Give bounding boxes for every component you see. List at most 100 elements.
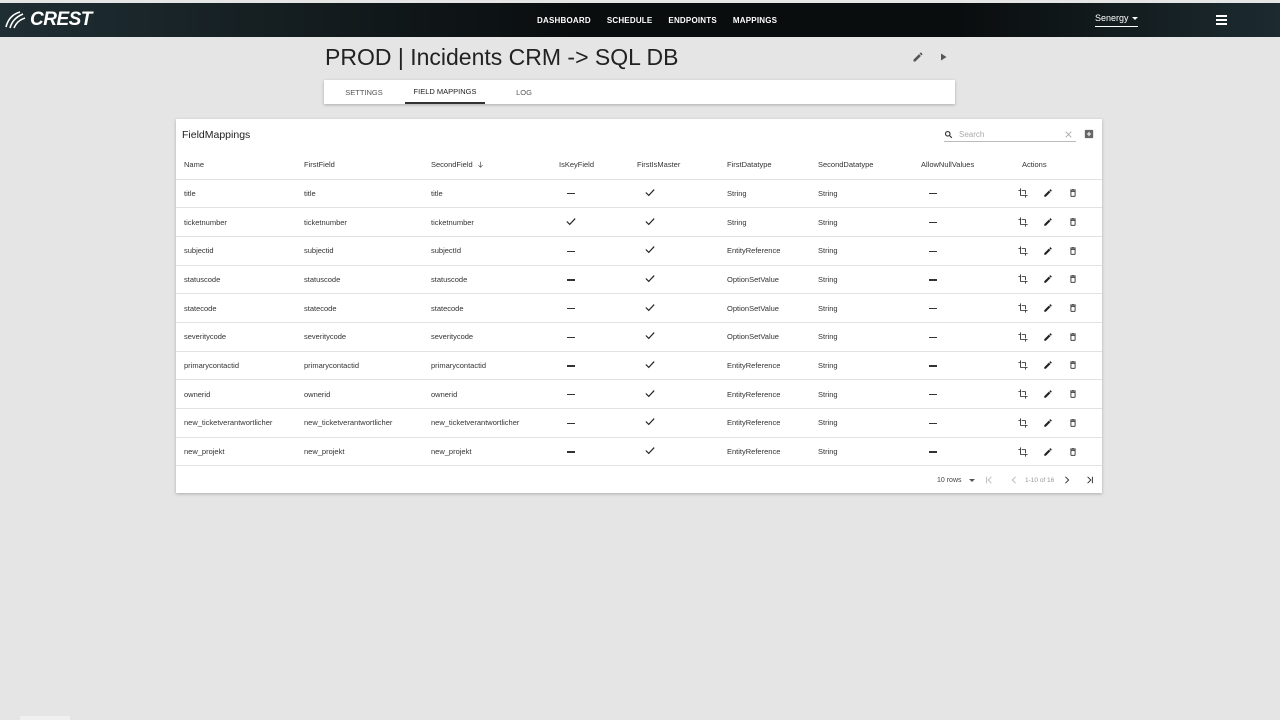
top-app-bar: CREST DASHBOARD SCHEDULE ENDPOINTS MAPPI… [0, 3, 1280, 37]
delete-icon[interactable] [1068, 274, 1078, 284]
edit-icon[interactable] [912, 51, 924, 63]
table-row[interactable]: primarycontactid primarycontactid primaryc… [176, 351, 1102, 381]
cell-first-datatype: String [727, 207, 818, 237]
cell-allow-null-values [921, 379, 1020, 409]
check-icon [645, 417, 655, 426]
cell-first-datatype: EntityReference [727, 379, 818, 409]
col-second-field[interactable]: SecondField [431, 150, 559, 180]
crop-icon[interactable] [1018, 446, 1028, 457]
edit-icon[interactable] [1043, 246, 1053, 256]
dash-icon [567, 279, 575, 281]
cell-first-is-master [637, 437, 727, 467]
delete-icon[interactable] [1068, 332, 1078, 342]
dash-icon [929, 394, 937, 396]
tab-settings[interactable]: SETTINGS [340, 80, 388, 104]
check-icon [645, 331, 655, 340]
table-row[interactable]: title title title String String [176, 179, 1102, 209]
delete-icon[interactable] [1068, 418, 1078, 428]
cell-second-field: title [431, 179, 559, 209]
table-row[interactable]: new_ticketverantwortlicher new_ticketvera… [176, 408, 1102, 438]
first-page-icon[interactable] [985, 476, 993, 484]
table-row[interactable]: ownerid ownerid ownerid EntityReference Stri… [176, 379, 1102, 409]
taskbar-edge [20, 716, 70, 720]
edit-icon[interactable] [1043, 389, 1053, 399]
col-second-datatype[interactable]: SecondDatatype [818, 150, 921, 180]
cell-second-field: statuscode [431, 265, 559, 295]
delete-icon[interactable] [1068, 217, 1078, 227]
col-is-key-field[interactable]: IsKeyField [559, 150, 637, 180]
nav-schedule[interactable]: SCHEDULE [607, 16, 653, 25]
crop-icon[interactable] [1018, 360, 1028, 371]
crop-icon[interactable] [1018, 274, 1028, 284]
crop-icon[interactable] [1018, 418, 1028, 428]
check-icon [645, 188, 655, 197]
col-first-is-master[interactable]: FirstIsMaster [637, 150, 727, 180]
crop-icon[interactable] [1018, 303, 1028, 313]
cell-first-field: new_ticketverantwortlicher [304, 408, 431, 438]
cell-is-key-field [559, 207, 637, 237]
search-input[interactable] [959, 129, 1059, 139]
table-row[interactable]: statuscode statuscode statuscode OptionSetV… [176, 265, 1102, 295]
col-first-datatype[interactable]: FirstDatatype [727, 150, 818, 180]
check-icon [645, 389, 655, 398]
edit-icon[interactable] [1043, 332, 1053, 342]
nav-mappings[interactable]: MAPPINGS [733, 16, 777, 25]
crop-icon[interactable] [1018, 246, 1028, 256]
delete-icon[interactable] [1068, 360, 1078, 370]
crop-icon[interactable] [1018, 217, 1028, 227]
play-icon[interactable] [937, 51, 949, 63]
cell-actions [1018, 351, 1102, 381]
crop-icon[interactable] [1018, 389, 1028, 399]
tab-log[interactable]: LOG [510, 80, 538, 104]
cell-is-key-field [559, 293, 637, 323]
cell-name: subjectid [176, 236, 304, 266]
last-page-icon[interactable] [1086, 476, 1094, 484]
table-row[interactable]: severitycode severitycode severitycode Opti… [176, 322, 1102, 352]
cell-allow-null-values [921, 437, 1020, 467]
col-allow-null-values[interactable]: AllowNullValues [921, 150, 1020, 180]
table-row[interactable]: statecode statecode statecode OptionSetValu… [176, 293, 1102, 323]
cell-actions [1018, 437, 1102, 467]
table-row[interactable]: subjectid subjectid subjectId EntityReferen… [176, 236, 1102, 266]
brand-name: CREST [30, 9, 92, 30]
delete-icon[interactable] [1068, 188, 1078, 198]
edit-icon[interactable] [1043, 418, 1053, 428]
tab-settings-label: SETTINGS [345, 87, 383, 97]
col-name[interactable]: Name [176, 150, 304, 180]
col-first-field[interactable]: FirstField [304, 150, 431, 180]
check-icon [566, 217, 576, 226]
edit-icon[interactable] [1043, 447, 1053, 457]
delete-icon[interactable] [1068, 303, 1078, 313]
hamburger-menu-icon[interactable] [1216, 15, 1227, 25]
edit-icon[interactable] [1043, 303, 1053, 313]
cell-first-is-master [637, 322, 727, 352]
delete-icon[interactable] [1068, 246, 1078, 256]
next-page-icon[interactable] [1063, 476, 1071, 484]
dash-icon [567, 336, 575, 338]
dash-icon [567, 193, 575, 195]
table-row[interactable]: ticketnumber ticketnumber ticketnumber Stri… [176, 207, 1102, 237]
edit-icon[interactable] [1043, 217, 1053, 227]
cell-actions [1018, 322, 1102, 352]
nav-endpoints[interactable]: ENDPOINTS [668, 16, 716, 25]
prev-page-icon[interactable] [1010, 476, 1018, 484]
tab-field-mappings[interactable]: FIELD MAPPINGS [405, 80, 485, 104]
cell-is-key-field [559, 351, 637, 381]
crop-icon[interactable] [1018, 188, 1028, 198]
crop-icon[interactable] [1018, 332, 1028, 342]
add-mapping-icon[interactable] [1084, 129, 1094, 139]
edit-icon[interactable] [1043, 188, 1053, 198]
account-dropdown[interactable]: Senergy [1095, 13, 1138, 27]
delete-icon[interactable] [1068, 389, 1078, 399]
crest-logo[interactable]: CREST [4, 8, 92, 32]
cell-first-field: ticketnumber [304, 207, 431, 237]
nav-dashboard[interactable]: DASHBOARD [537, 16, 591, 25]
edit-icon[interactable] [1043, 274, 1053, 284]
rows-per-page-select[interactable]: 10 rows [937, 473, 975, 487]
cell-actions [1018, 293, 1102, 323]
table-row[interactable]: new_projekt new_projekt new_projekt EntityR… [176, 437, 1102, 467]
dash-icon [567, 451, 575, 453]
clear-search-icon[interactable] [1065, 130, 1072, 138]
delete-icon[interactable] [1068, 447, 1078, 457]
edit-icon[interactable] [1043, 360, 1053, 370]
